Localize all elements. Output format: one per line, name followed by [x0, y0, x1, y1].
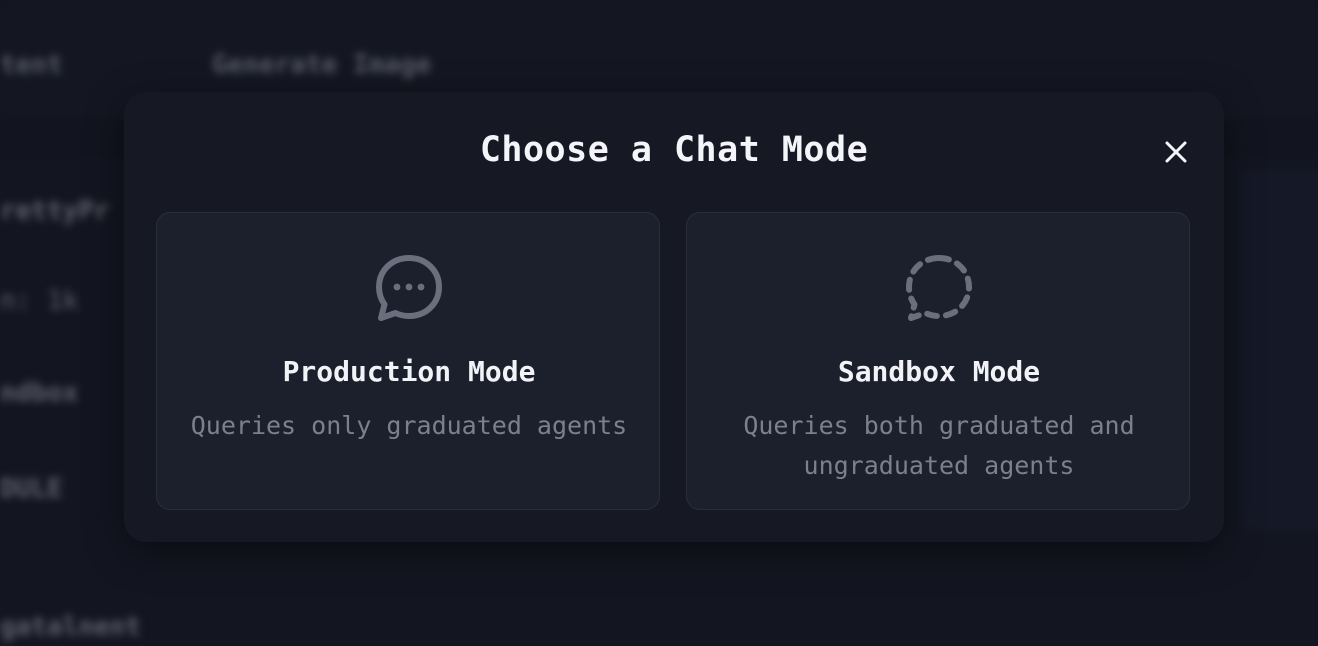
close-button[interactable] [1158, 134, 1194, 170]
sandbox-mode-description: Queries both graduated and ungraduated a… [743, 411, 1135, 480]
chat-bubble-dashed-icon [906, 255, 972, 321]
sandbox-mode-card[interactable]: Sandbox Mode Queries both graduated and … [686, 212, 1190, 510]
close-icon [1165, 141, 1187, 163]
dialog-title: Choose a Chat Mode [479, 130, 869, 170]
production-mode-description: Queries only graduated agents [190, 411, 628, 440]
production-mode-title: Production Mode [282, 355, 536, 388]
chat-bubble-dots-icon [376, 255, 442, 321]
sandbox-mode-title: Sandbox Mode [837, 355, 1041, 388]
app-stage: tent Generate Image rettyPr n: 1k ndbox … [0, 0, 1318, 646]
production-mode-card[interactable]: Production Mode Queries only graduated a… [156, 212, 660, 510]
chat-mode-dialog: Choose a Chat Mode Production Mode Queri… [124, 92, 1224, 542]
